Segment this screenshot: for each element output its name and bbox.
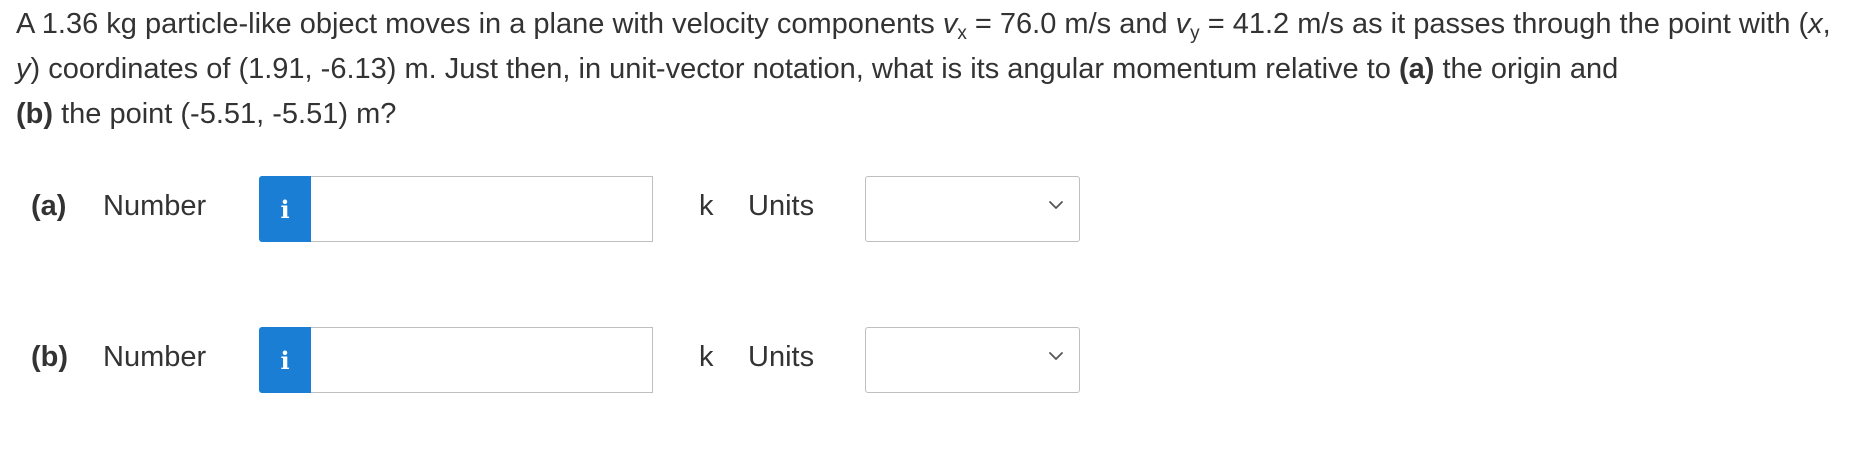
units-dropdown[interactable] xyxy=(865,327,1080,393)
units-label: Units xyxy=(748,341,815,373)
info-icon: i xyxy=(280,194,290,224)
unit-vector-label: k xyxy=(699,190,714,222)
vy-symbol: v xyxy=(1175,8,1191,40)
vy-subscript: y xyxy=(1190,23,1200,44)
part-a-marker: (a) xyxy=(1398,53,1435,85)
chevron-down-icon xyxy=(1049,201,1063,209)
number-label: Number xyxy=(103,190,207,222)
question-segment: the point (-5.51, -5.51) m? xyxy=(53,98,397,130)
info-icon: i xyxy=(280,345,290,375)
chevron-down-icon xyxy=(1049,352,1063,360)
question-segment: the origin and xyxy=(1434,53,1619,85)
vx-symbol: v xyxy=(942,8,958,40)
part-label: (b) xyxy=(31,341,69,373)
question-segment: A 1.36 kg particle-like object moves in … xyxy=(16,8,943,40)
number-label: Number xyxy=(103,341,207,373)
question-segment: , xyxy=(1822,8,1831,40)
question-text: A 1.36 kg particle-like object moves in … xyxy=(16,2,1846,137)
answer-row-b: (b) Number i k Units xyxy=(0,327,1200,393)
question-segment: ) coordinates of (1.91, -6.13) m. Just t… xyxy=(30,53,1399,85)
number-input[interactable] xyxy=(311,176,653,242)
unit-vector-label: k xyxy=(699,341,714,373)
question-segment: = 41.2 m/s as it passes through the poin… xyxy=(1199,8,1809,40)
info-button[interactable]: i xyxy=(259,176,311,242)
info-button[interactable]: i xyxy=(259,327,311,393)
answer-row-a: (a) Number i k Units xyxy=(0,176,1200,242)
x-symbol: x xyxy=(1808,8,1823,40)
units-label: Units xyxy=(748,190,815,222)
part-b-marker: (b) xyxy=(16,98,54,130)
units-dropdown[interactable] xyxy=(865,176,1080,242)
part-label: (a) xyxy=(31,190,67,222)
number-input[interactable] xyxy=(311,327,653,393)
question-segment: = 76.0 m/s and xyxy=(966,8,1176,40)
y-symbol: y xyxy=(16,53,31,85)
vx-subscript: x xyxy=(957,23,967,44)
